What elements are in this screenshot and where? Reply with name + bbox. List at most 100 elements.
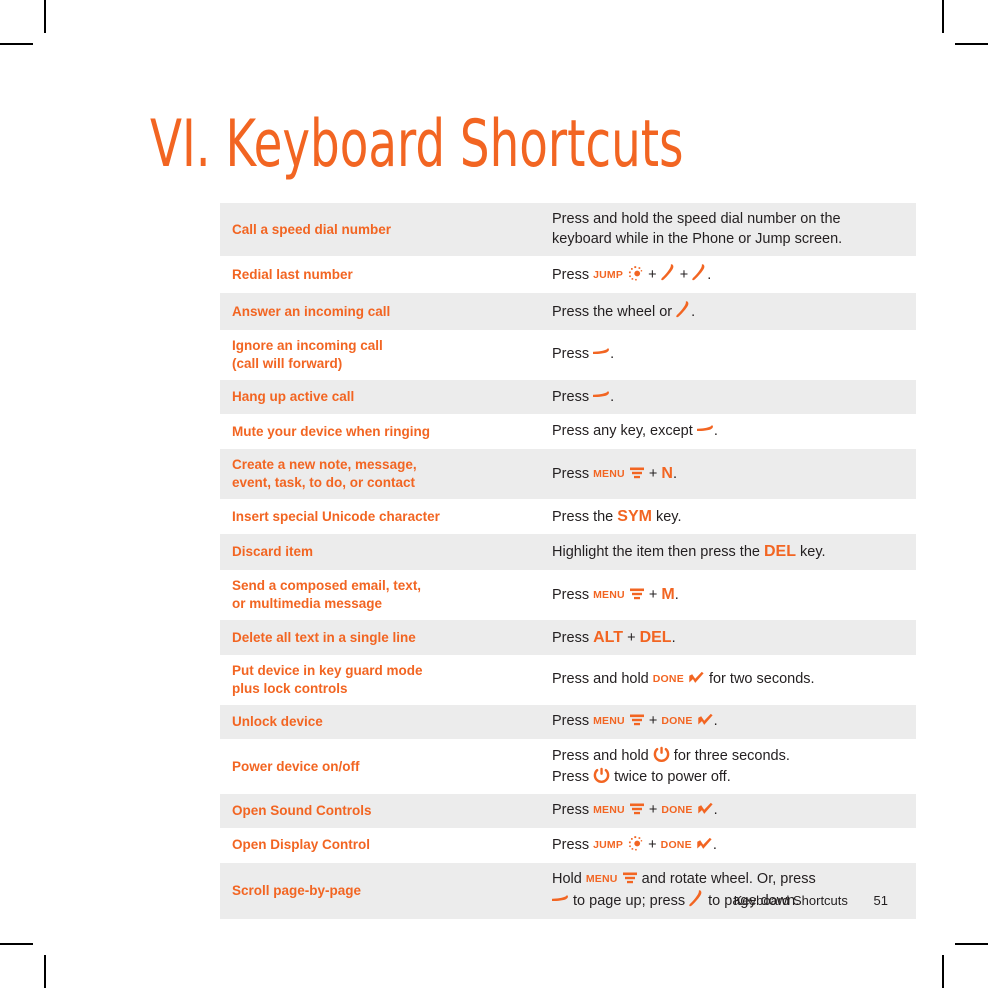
plus-sign: + <box>648 465 658 482</box>
shortcut-description: Press and hold the speed dial number on … <box>552 203 916 256</box>
call-end-icon <box>593 387 610 404</box>
page-title: VI. Keyboard Shortcuts <box>150 107 684 182</box>
press-word: Press <box>552 587 590 603</box>
action-label-line2: or multimedia message <box>232 595 383 611</box>
table-row: Discard item Highlight the item then pre… <box>220 534 916 571</box>
press-word: Press <box>552 802 590 819</box>
power-icon <box>593 767 610 784</box>
period: . <box>674 587 679 603</box>
shortcut-action: Insert special Unicode character <box>220 499 552 535</box>
press-word: Press <box>552 836 590 853</box>
press-and-hold-text: Press and hold <box>552 747 649 764</box>
table-row: Open Sound Controls Press MENU + DONE . <box>220 794 916 828</box>
shortcut-description: Press . <box>552 380 916 415</box>
press-wheel-text: Press the wheel or <box>552 304 673 321</box>
key-n: N <box>661 464 673 482</box>
shortcut-description: Press MENU + DONE . <box>552 794 916 828</box>
key-word: key. <box>800 544 826 561</box>
done-check-icon <box>697 802 714 817</box>
press-the-text: Press the <box>552 508 614 525</box>
period: . <box>610 346 615 363</box>
action-label: Insert special Unicode character <box>232 508 440 524</box>
call-end-icon <box>696 421 714 438</box>
plus-sign: + <box>648 836 657 853</box>
table-row: Delete all text in a single line Press A… <box>220 619 916 656</box>
action-label: Power device on/off <box>232 758 360 774</box>
call-send-icon <box>689 889 704 908</box>
period: . <box>671 629 676 646</box>
menu-bars-icon <box>622 870 638 886</box>
action-label: Ignore an incoming call <box>232 337 383 353</box>
page-up-text: to page up; press <box>573 893 686 910</box>
shortcut-action: Hang up active call <box>220 380 552 415</box>
shortcut-description: Press and hold for three seconds. Press … <box>552 739 916 794</box>
shortcut-action: Delete all text in a single line <box>220 620 552 656</box>
done-key-label: DONE <box>661 715 693 728</box>
call-send-icon <box>692 263 707 282</box>
shortcut-description: Highlight the item then press the DEL ke… <box>552 534 916 570</box>
shortcut-description: Hold MENU and rotate wheel. Or, press to… <box>552 863 916 919</box>
plus-sign: + <box>648 713 658 730</box>
shortcut-description: Press ALT + DEL. <box>552 620 916 656</box>
press-word: Press <box>552 713 590 730</box>
crop-mark-bottom-right-vertical <box>942 955 944 988</box>
period: . <box>672 465 677 482</box>
shortcut-action: Open Display Control <box>220 828 552 863</box>
shortcut-description: Press the SYM key. <box>552 499 916 535</box>
crop-mark-top-right-vertical <box>942 0 944 33</box>
table-row: Answer an incoming call Press the wheel … <box>220 293 916 330</box>
menu-bars-icon <box>629 465 645 481</box>
table-row: Unlock device Press MENU + DONE . <box>220 705 916 739</box>
period: . <box>712 836 717 853</box>
plus-sign: + <box>627 629 636 646</box>
press-and-hold-text: Press and hold <box>552 671 649 688</box>
menu-key-label: MENU <box>593 467 625 480</box>
table-row: Ignore an incoming call (call will forwa… <box>220 329 916 380</box>
key-del: DEL <box>763 543 796 561</box>
plus-sign: + <box>679 267 689 284</box>
menu-bars-icon <box>629 712 645 728</box>
plus-sign: + <box>648 587 658 603</box>
action-label: Call a speed dial number <box>232 221 392 237</box>
page-footer: Keyboard Shortcuts 51 <box>734 893 888 908</box>
shortcut-description: Press MENU + DONE . <box>552 705 916 739</box>
shortcut-action: Power device on/off <box>220 739 552 794</box>
table-row: Redial last number Press JUMP + + . <box>220 256 916 294</box>
crop-mark-bottom-right-horizontal <box>955 943 988 945</box>
menu-key-label: MENU <box>593 715 625 728</box>
call-end-icon <box>593 344 610 361</box>
shortcut-action: Scroll page-by-page <box>220 863 552 919</box>
menu-key-label: MENU <box>585 872 618 885</box>
done-key-label: DONE <box>652 673 684 686</box>
highlight-item-text: Highlight the item then press the <box>552 544 760 561</box>
desc-line2: keyboard while in the Phone or Jump scre… <box>552 230 843 247</box>
shortcut-action: Discard item <box>220 534 552 570</box>
press-word: Press <box>552 465 590 482</box>
press-word: Press <box>552 388 590 405</box>
hold-word: Hold <box>552 870 582 887</box>
table-row: Call a speed dial number Press and hold … <box>220 203 916 257</box>
action-label: Redial last number <box>232 266 353 282</box>
period: . <box>707 267 712 284</box>
period: . <box>691 304 696 321</box>
shortcut-action: Unlock device <box>220 705 552 739</box>
menu-bars-icon <box>629 801 645 817</box>
shortcut-description: Press the wheel or . <box>552 293 916 330</box>
press-any-key-text: Press any key, except <box>552 423 693 440</box>
done-key-label: DONE <box>661 804 693 817</box>
shortcut-description: Press and hold DONE for two seconds. <box>552 655 916 705</box>
period: . <box>713 713 718 730</box>
crop-mark-top-right-horizontal <box>955 43 988 45</box>
for-three-seconds-text: for three seconds. <box>673 747 790 764</box>
table-row: Power device on/off Press and hold for t… <box>220 738 916 795</box>
table-row: Insert special Unicode character Press t… <box>220 498 916 535</box>
press-word: Press <box>552 768 590 785</box>
done-check-icon <box>696 837 713 852</box>
call-end-icon <box>552 891 569 908</box>
shortcut-description: Press MENU + N. <box>552 449 916 499</box>
menu-bars-icon <box>629 586 645 602</box>
action-label: Mute your device when ringing <box>232 423 431 439</box>
desc-line1: Press and hold the speed dial number on … <box>552 211 841 227</box>
call-send-icon <box>676 300 691 319</box>
shortcut-description: Press . <box>552 330 916 380</box>
